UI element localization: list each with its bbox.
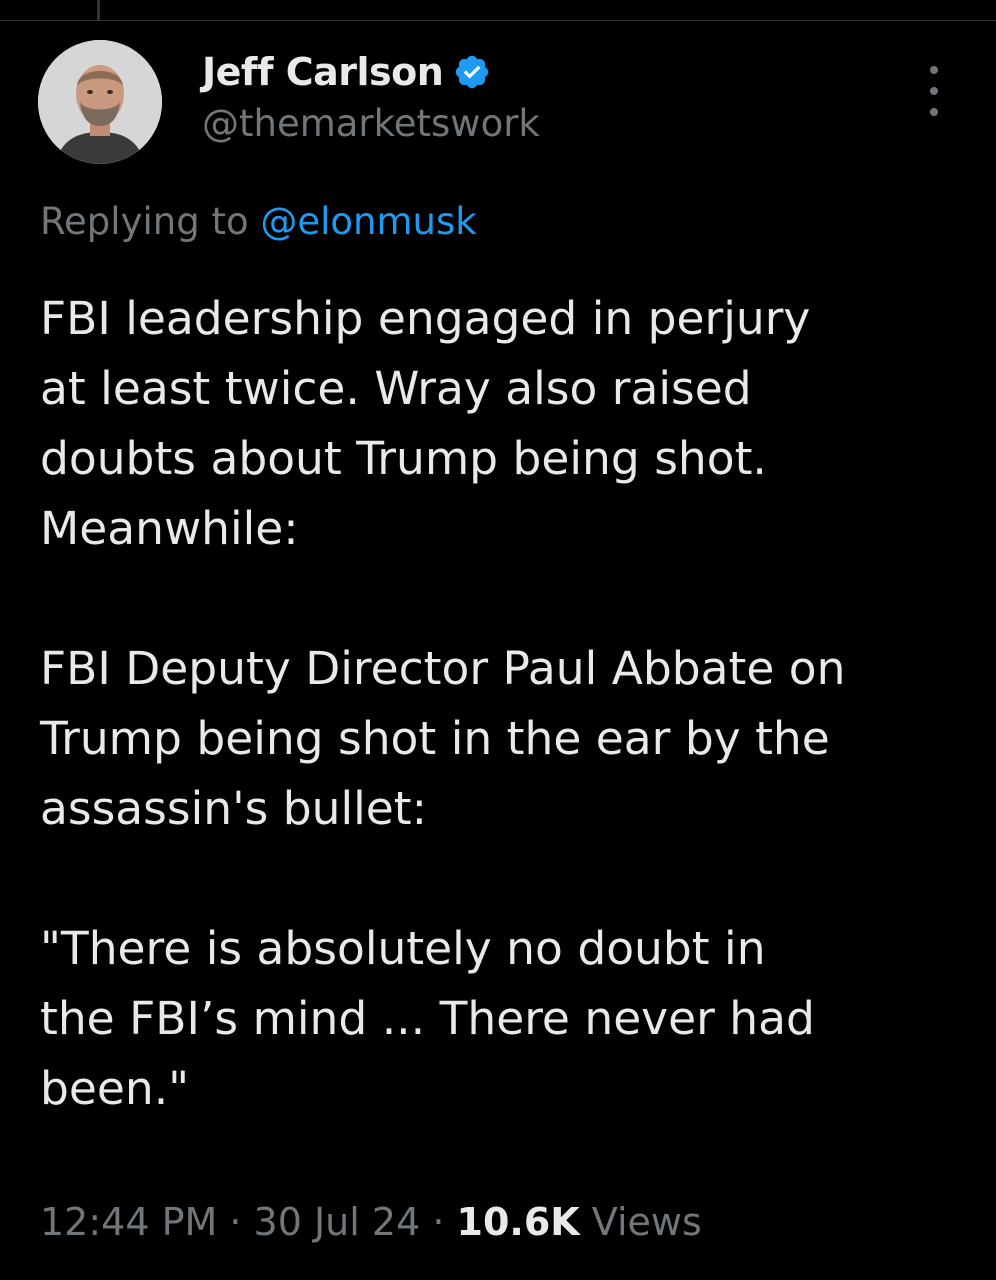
divider xyxy=(0,20,996,21)
tweet-date[interactable]: 30 Jul 24 xyxy=(254,1200,421,1244)
tweet-text: FBI leadership engaged in perjury at lea… xyxy=(40,284,970,1124)
author-handle[interactable]: @themarketswork xyxy=(202,102,540,145)
tweet-paragraph: FBI Deputy Director Paul Abbate on Trump… xyxy=(40,642,846,835)
replying-to: Replying to @elonmusk xyxy=(40,200,477,243)
replying-to-label: Replying to xyxy=(40,200,261,243)
name-row: Jeff Carlson xyxy=(202,44,540,100)
more-options-icon[interactable] xyxy=(920,66,948,116)
avatar[interactable] xyxy=(38,40,162,164)
verified-badge-icon xyxy=(453,53,491,91)
more-dot xyxy=(930,66,938,74)
tweet-author: Jeff Carlson @themarketswork xyxy=(202,44,540,154)
tweet-paragraph: FBI leadership engaged in perjury at lea… xyxy=(40,292,811,555)
tweet-time[interactable]: 12:44 PM xyxy=(40,1200,217,1244)
author-display-name[interactable]: Jeff Carlson xyxy=(202,50,444,94)
meta-separator: · xyxy=(217,1200,254,1244)
tweet-meta: 12:44 PM · 30 Jul 24 · 10.6K Views xyxy=(40,1200,702,1244)
meta-separator: · xyxy=(420,1200,457,1244)
views-label: Views xyxy=(579,1200,702,1244)
reply-mention-link[interactable]: @elonmusk xyxy=(260,200,476,243)
thread-connector-line xyxy=(97,0,100,20)
tweet-paragraph: "There is absolutely no doubt in the FBI… xyxy=(40,922,815,1115)
more-dot xyxy=(930,108,938,116)
more-dot xyxy=(930,87,938,95)
views-count[interactable]: 10.6K xyxy=(457,1200,580,1244)
